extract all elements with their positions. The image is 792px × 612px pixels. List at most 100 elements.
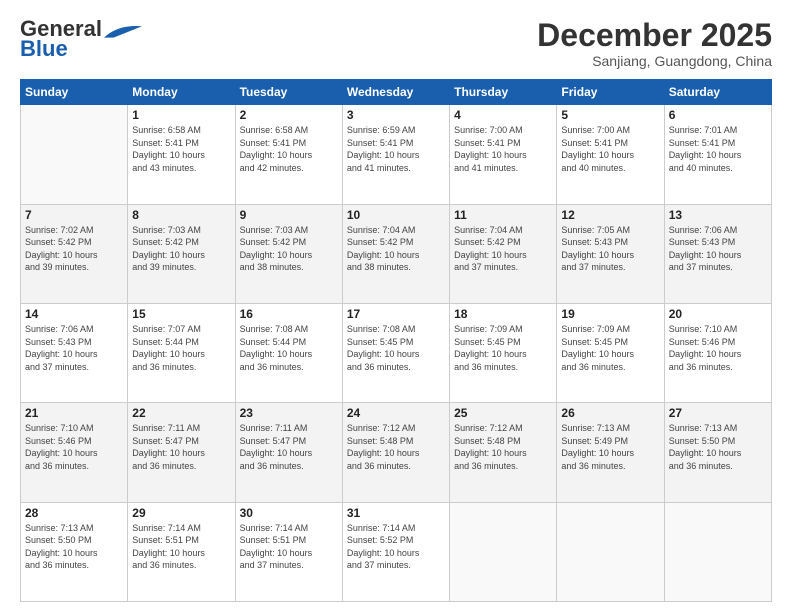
calendar-cell: 18 Sunrise: 7:09 AM Sunset: 5:45 PM Dayli… [450, 303, 557, 402]
day-number: 3 [347, 108, 445, 122]
day-info: Sunrise: 7:03 AM Sunset: 5:42 PM Dayligh… [132, 224, 230, 274]
logo: General Blue [20, 18, 142, 60]
day-info: Sunrise: 7:11 AM Sunset: 5:47 PM Dayligh… [240, 422, 338, 472]
day-number: 5 [561, 108, 659, 122]
calendar-cell: 22 Sunrise: 7:11 AM Sunset: 5:47 PM Dayli… [128, 403, 235, 502]
calendar-cell: 11 Sunrise: 7:04 AM Sunset: 5:42 PM Dayli… [450, 204, 557, 303]
day-number: 16 [240, 307, 338, 321]
day-info: Sunrise: 7:14 AM Sunset: 5:51 PM Dayligh… [240, 522, 338, 572]
day-info: Sunrise: 7:12 AM Sunset: 5:48 PM Dayligh… [454, 422, 552, 472]
calendar-cell: 29 Sunrise: 7:14 AM Sunset: 5:51 PM Dayli… [128, 502, 235, 601]
day-number: 20 [669, 307, 767, 321]
day-number: 23 [240, 406, 338, 420]
calendar-cell: 23 Sunrise: 7:11 AM Sunset: 5:47 PM Dayli… [235, 403, 342, 502]
calendar-cell: 19Sunrise: 7:09 AM Sunset: 5:45 PM Dayli… [557, 303, 664, 402]
day-number: 29 [132, 506, 230, 520]
calendar-cell: 12Sunrise: 7:05 AM Sunset: 5:43 PM Dayli… [557, 204, 664, 303]
day-number: 31 [347, 506, 445, 520]
day-info: Sunrise: 7:01 AM Sunset: 5:41 PM Dayligh… [669, 124, 767, 174]
calendar-cell: 14 Sunrise: 7:06 AM Sunset: 5:43 PM Dayli… [21, 303, 128, 402]
day-info: Sunrise: 7:13 AM Sunset: 5:50 PM Dayligh… [669, 422, 767, 472]
day-number: 22 [132, 406, 230, 420]
day-info: Sunrise: 7:13 AM Sunset: 5:50 PM Dayligh… [25, 522, 123, 572]
day-number: 24 [347, 406, 445, 420]
day-number: 14 [25, 307, 123, 321]
day-info: Sunrise: 7:13 AM Sunset: 5:49 PM Dayligh… [561, 422, 659, 472]
day-info: Sunrise: 7:00 AM Sunset: 5:41 PM Dayligh… [561, 124, 659, 174]
day-info: Sunrise: 7:09 AM Sunset: 5:45 PM Dayligh… [561, 323, 659, 373]
day-info: Sunrise: 7:12 AM Sunset: 5:48 PM Dayligh… [347, 422, 445, 472]
calendar-cell: 30 Sunrise: 7:14 AM Sunset: 5:51 PM Dayli… [235, 502, 342, 601]
day-info: Sunrise: 7:06 AM Sunset: 5:43 PM Dayligh… [669, 224, 767, 274]
calendar-cell: 8 Sunrise: 7:03 AM Sunset: 5:42 PM Daylig… [128, 204, 235, 303]
day-number: 17 [347, 307, 445, 321]
day-number: 15 [132, 307, 230, 321]
day-number: 21 [25, 406, 123, 420]
day-number: 2 [240, 108, 338, 122]
calendar-cell: 5 Sunrise: 7:00 AM Sunset: 5:41 PM Daylig… [557, 105, 664, 204]
day-number: 25 [454, 406, 552, 420]
day-number: 11 [454, 208, 552, 222]
week-row-4: 21 Sunrise: 7:10 AM Sunset: 5:46 PM Dayli… [21, 403, 772, 502]
weekday-friday: Friday [557, 80, 664, 105]
weekday-monday: Monday [128, 80, 235, 105]
calendar-cell [557, 502, 664, 601]
calendar-cell: 6 Sunrise: 7:01 AM Sunset: 5:41 PM Daylig… [664, 105, 771, 204]
calendar-cell: 17 Sunrise: 7:08 AM Sunset: 5:45 PM Dayli… [342, 303, 449, 402]
calendar-cell: 10Sunrise: 7:04 AM Sunset: 5:42 PM Dayli… [342, 204, 449, 303]
calendar-cell: 16 Sunrise: 7:08 AM Sunset: 5:44 PM Dayli… [235, 303, 342, 402]
week-row-3: 14 Sunrise: 7:06 AM Sunset: 5:43 PM Dayli… [21, 303, 772, 402]
day-info: Sunrise: 7:08 AM Sunset: 5:44 PM Dayligh… [240, 323, 338, 373]
calendar-cell: 20 Sunrise: 7:10 AM Sunset: 5:46 PM Dayli… [664, 303, 771, 402]
day-info: Sunrise: 7:03 AM Sunset: 5:42 PM Dayligh… [240, 224, 338, 274]
day-info: Sunrise: 6:58 AM Sunset: 5:41 PM Dayligh… [132, 124, 230, 174]
day-number: 8 [132, 208, 230, 222]
day-info: Sunrise: 7:10 AM Sunset: 5:46 PM Dayligh… [669, 323, 767, 373]
calendar-cell: 21 Sunrise: 7:10 AM Sunset: 5:46 PM Dayli… [21, 403, 128, 502]
day-number: 18 [454, 307, 552, 321]
calendar-cell: 15Sunrise: 7:07 AM Sunset: 5:44 PM Dayli… [128, 303, 235, 402]
day-number: 6 [669, 108, 767, 122]
logo-wing-icon [104, 24, 142, 38]
day-info: Sunrise: 7:09 AM Sunset: 5:45 PM Dayligh… [454, 323, 552, 373]
weekday-tuesday: Tuesday [235, 80, 342, 105]
calendar-cell: 2 Sunrise: 6:58 AM Sunset: 5:41 PM Daylig… [235, 105, 342, 204]
day-number: 1 [132, 108, 230, 122]
day-info: Sunrise: 7:10 AM Sunset: 5:46 PM Dayligh… [25, 422, 123, 472]
calendar-cell: 1 Sunrise: 6:58 AM Sunset: 5:41 PM Daylig… [128, 105, 235, 204]
day-info: Sunrise: 6:58 AM Sunset: 5:41 PM Dayligh… [240, 124, 338, 174]
calendar-cell: 13 Sunrise: 7:06 AM Sunset: 5:43 PM Dayli… [664, 204, 771, 303]
day-info: Sunrise: 7:14 AM Sunset: 5:51 PM Dayligh… [132, 522, 230, 572]
calendar-cell: 26 Sunrise: 7:13 AM Sunset: 5:49 PM Dayli… [557, 403, 664, 502]
calendar-cell: 9 Sunrise: 7:03 AM Sunset: 5:42 PM Daylig… [235, 204, 342, 303]
title-block: December 2025 Sanjiang, Guangdong, China [537, 18, 772, 69]
weekday-sunday: Sunday [21, 80, 128, 105]
calendar-body: 1 Sunrise: 6:58 AM Sunset: 5:41 PM Daylig… [21, 105, 772, 602]
calendar: SundayMondayTuesdayWednesdayThursdayFrid… [20, 79, 772, 602]
calendar-cell: 27Sunrise: 7:13 AM Sunset: 5:50 PM Dayli… [664, 403, 771, 502]
week-row-5: 28Sunrise: 7:13 AM Sunset: 5:50 PM Dayli… [21, 502, 772, 601]
calendar-cell: 31 Sunrise: 7:14 AM Sunset: 5:52 PM Dayli… [342, 502, 449, 601]
day-number: 9 [240, 208, 338, 222]
day-info: Sunrise: 7:11 AM Sunset: 5:47 PM Dayligh… [132, 422, 230, 472]
day-info: Sunrise: 7:06 AM Sunset: 5:43 PM Dayligh… [25, 323, 123, 373]
day-info: Sunrise: 6:59 AM Sunset: 5:41 PM Dayligh… [347, 124, 445, 174]
day-info: Sunrise: 7:00 AM Sunset: 5:41 PM Dayligh… [454, 124, 552, 174]
weekday-saturday: Saturday [664, 80, 771, 105]
logo-blue: Blue [20, 38, 68, 60]
day-number: 13 [669, 208, 767, 222]
day-info: Sunrise: 7:14 AM Sunset: 5:52 PM Dayligh… [347, 522, 445, 572]
day-info: Sunrise: 7:05 AM Sunset: 5:43 PM Dayligh… [561, 224, 659, 274]
day-number: 26 [561, 406, 659, 420]
day-info: Sunrise: 7:02 AM Sunset: 5:42 PM Dayligh… [25, 224, 123, 274]
day-info: Sunrise: 7:08 AM Sunset: 5:45 PM Dayligh… [347, 323, 445, 373]
weekday-thursday: Thursday [450, 80, 557, 105]
day-number: 30 [240, 506, 338, 520]
weekday-header-row: SundayMondayTuesdayWednesdayThursdayFrid… [21, 80, 772, 105]
calendar-cell [450, 502, 557, 601]
day-info: Sunrise: 7:04 AM Sunset: 5:42 PM Dayligh… [454, 224, 552, 274]
calendar-cell: 24 Sunrise: 7:12 AM Sunset: 5:48 PM Dayli… [342, 403, 449, 502]
day-number: 7 [25, 208, 123, 222]
day-number: 4 [454, 108, 552, 122]
calendar-cell: 28Sunrise: 7:13 AM Sunset: 5:50 PM Dayli… [21, 502, 128, 601]
